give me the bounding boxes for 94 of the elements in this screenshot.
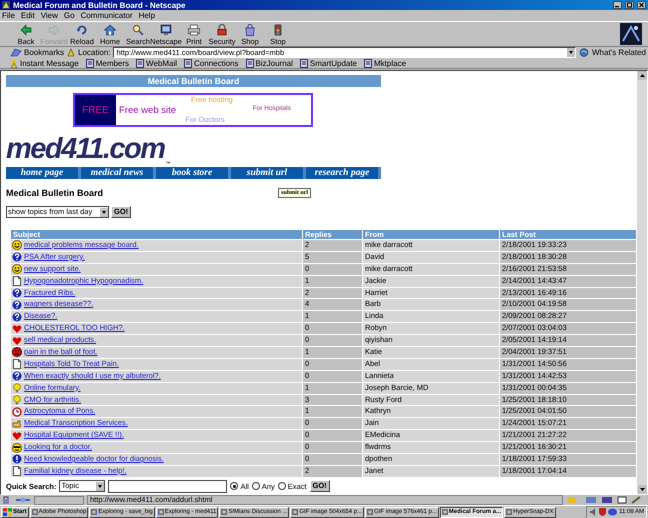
minimize-icon[interactable] xyxy=(613,1,622,9)
heart-icon xyxy=(12,324,22,334)
scroll-up-icon xyxy=(638,71,646,80)
printer-icon[interactable] xyxy=(187,22,201,36)
window-title: Medical Forum and Bulletin Board - Netscape xyxy=(13,0,186,10)
location-label: Location: xyxy=(78,48,110,57)
personal-toolbar-link[interactable]: Connections xyxy=(194,58,239,68)
window-icon xyxy=(442,509,448,515)
personal-toolbar-link[interactable]: Mktplace xyxy=(374,58,406,68)
speaker-icon xyxy=(589,508,598,516)
dropdown-arrow-icon xyxy=(96,482,104,491)
menu-item[interactable]: Edit xyxy=(20,11,35,20)
smiley-face-icon xyxy=(12,264,22,274)
dropdown-arrow-icon xyxy=(100,208,108,216)
forward-arrow-icon xyxy=(47,22,61,36)
window-icon xyxy=(506,509,512,515)
close-icon[interactable] xyxy=(637,1,646,9)
menu-item[interactable]: View xyxy=(40,11,58,20)
key-icon xyxy=(2,496,12,504)
dropdown-arrow-icon xyxy=(567,48,575,57)
bookmark-page-icon xyxy=(300,58,308,68)
nav-link[interactable]: book store xyxy=(156,167,231,179)
frowning-face-icon xyxy=(12,347,22,358)
bookmark-page-icon xyxy=(136,58,144,68)
personal-toolbar-link[interactable]: WebMail xyxy=(146,58,178,68)
globe-icon xyxy=(579,48,589,57)
light-bulb-icon xyxy=(12,383,22,394)
radio-button[interactable] xyxy=(278,482,286,490)
exclamation-icon xyxy=(12,454,22,464)
bookmark-page-icon xyxy=(86,58,94,68)
maximize-icon[interactable] xyxy=(625,1,634,9)
document-icon xyxy=(12,276,22,286)
whats-related-button[interactable]: What's Related xyxy=(592,48,646,57)
radio-button[interactable] xyxy=(230,482,238,490)
ad-badge: FREE xyxy=(75,95,116,125)
sunglasses-face-icon xyxy=(12,442,22,453)
personal-toolbar-link[interactable]: BizJournal xyxy=(256,58,293,68)
reload-icon[interactable] xyxy=(75,22,89,36)
question-mark-icon xyxy=(12,312,22,322)
question-mark-icon xyxy=(12,288,22,298)
nav-link[interactable]: home page xyxy=(6,167,81,179)
window-icon xyxy=(158,509,164,515)
window-icon xyxy=(32,509,38,515)
menu-item[interactable]: Help xyxy=(138,11,156,20)
bookmarks-button[interactable]: Bookmarks xyxy=(24,48,64,57)
menu-item[interactable]: Go xyxy=(64,11,75,20)
radio-button[interactable] xyxy=(252,482,260,490)
window-icon xyxy=(292,509,298,515)
padlock-icon[interactable] xyxy=(215,22,229,36)
question-mark-icon xyxy=(12,300,22,310)
header-bar: Medical Bulletin Board xyxy=(6,75,381,87)
house-icon[interactable] xyxy=(103,22,117,36)
person-icon xyxy=(10,58,18,68)
site-logo: med411.com xyxy=(6,134,165,164)
heart-icon xyxy=(12,430,22,441)
shopping-bag-icon[interactable] xyxy=(243,22,257,36)
nav-link[interactable]: medical news xyxy=(81,167,156,179)
bookmark-page-icon xyxy=(184,58,192,68)
document-icon xyxy=(12,359,22,370)
personal-toolbar-link[interactable]: Instant Message xyxy=(20,58,79,68)
status-panel xyxy=(34,496,84,504)
window-icon xyxy=(367,509,374,515)
scroll-down-icon xyxy=(638,485,646,494)
scrollbar[interactable] xyxy=(637,71,647,494)
bookmark-page-icon xyxy=(364,58,372,68)
windows-flag-icon xyxy=(3,508,12,516)
bookmark-page-icon xyxy=(246,58,254,68)
chat-bubble-icon xyxy=(608,508,618,516)
monitor-icon[interactable] xyxy=(159,22,173,36)
hand-icon xyxy=(12,418,22,429)
throbber-icon xyxy=(620,23,642,45)
menu-item[interactable]: Communicator xyxy=(80,11,133,20)
personal-toolbar-link[interactable]: Members xyxy=(96,58,130,68)
board-title: Medical Bulletin Board xyxy=(6,188,104,198)
document-icon xyxy=(12,466,22,476)
connection-icon xyxy=(15,496,31,504)
magnifier-icon[interactable] xyxy=(131,22,145,36)
clock-icon xyxy=(12,406,22,417)
ad-headline: Free web site xyxy=(119,105,178,115)
nav-link[interactable]: research page xyxy=(306,167,381,179)
shield-icon xyxy=(599,508,606,516)
window-icon xyxy=(91,509,98,515)
question-mark-icon xyxy=(12,252,22,262)
window-icon xyxy=(221,509,228,515)
smiley-face-icon xyxy=(12,240,22,250)
back-arrow-icon[interactable] xyxy=(19,22,33,36)
menu-item[interactable]: File xyxy=(2,11,15,20)
heart-icon xyxy=(12,336,22,346)
question-mark-icon xyxy=(12,371,22,382)
window-icon xyxy=(2,1,10,9)
nav-link[interactable]: submit url xyxy=(231,167,306,179)
search-field[interactable] xyxy=(108,480,228,493)
light-bulb-icon xyxy=(12,395,22,406)
personal-toolbar-link[interactable]: SmartUpdate xyxy=(310,58,358,68)
